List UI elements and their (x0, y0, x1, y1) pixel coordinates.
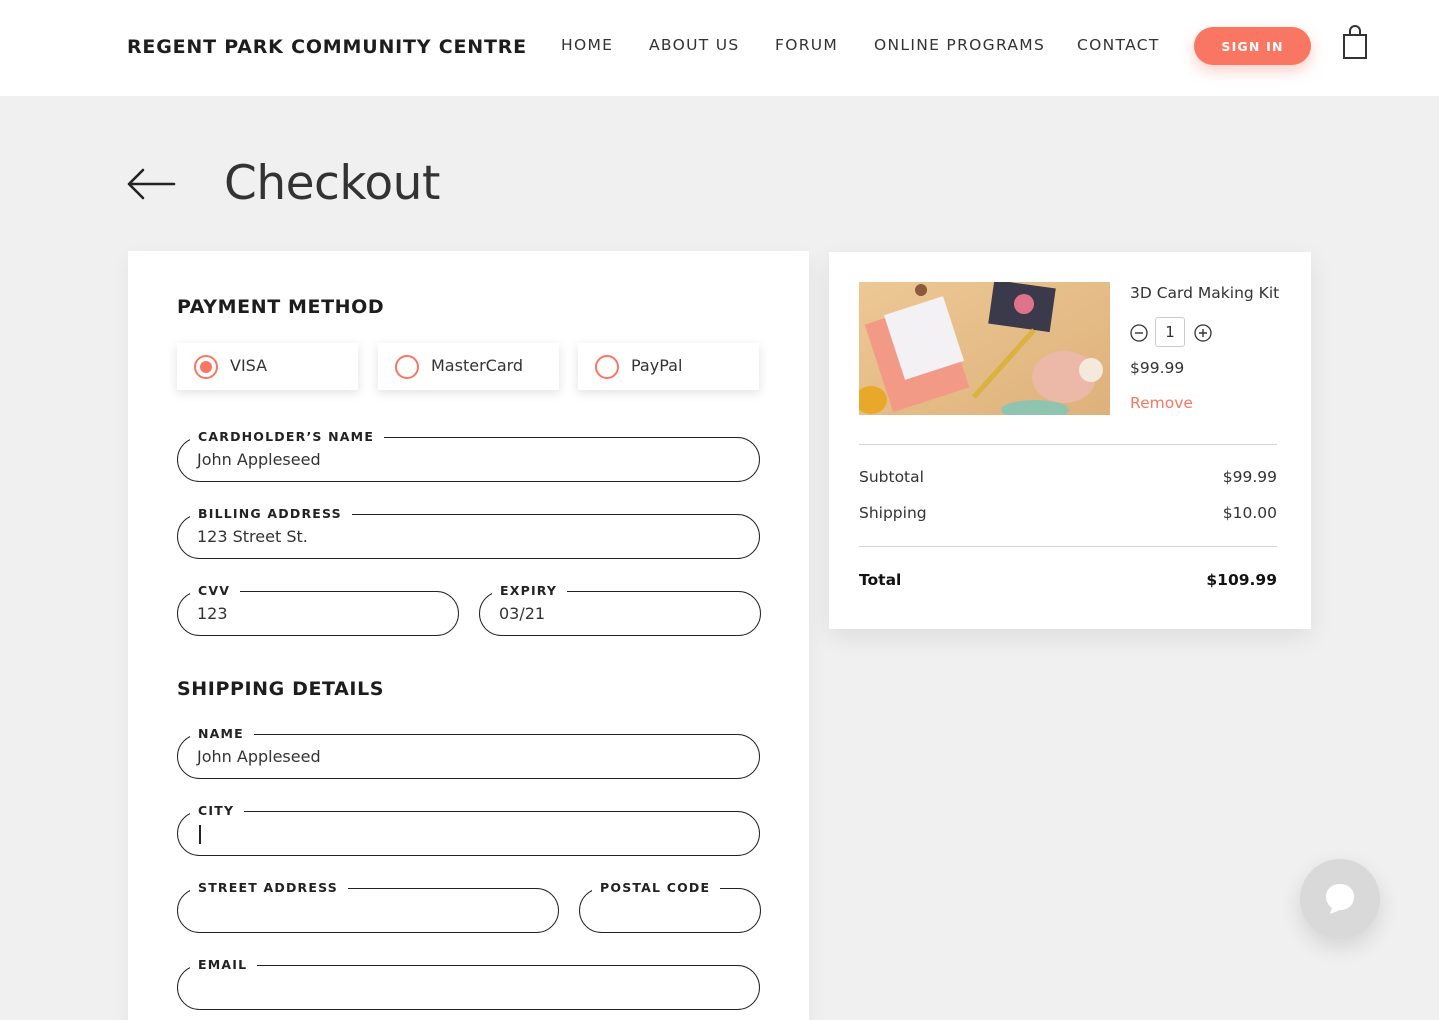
payment-method-title: PAYMENT METHOD (177, 296, 385, 318)
chat-button[interactable] (1300, 859, 1380, 939)
shopping-bag-icon[interactable] (1340, 24, 1370, 60)
plus-circle-icon[interactable] (1194, 324, 1212, 342)
field-value: John Appleseed (197, 747, 321, 766)
nav-online-programs[interactable]: ONLINE PROGRAMS (874, 36, 1045, 54)
total-label: Total (859, 571, 902, 589)
cardholder-name-field[interactable]: CARDHOLDER’S NAME John Appleseed (177, 428, 760, 482)
field-label: NAME (190, 725, 254, 743)
city-field[interactable]: CITY (177, 802, 760, 856)
order-summary-card: 3D Card Making Kit 1 $99.99 Remove Subto… (829, 252, 1311, 629)
text-cursor (199, 825, 201, 844)
site-brand[interactable]: REGENT PARK COMMUNITY CENTRE (127, 36, 527, 58)
nav-about-us[interactable]: ABOUT US (649, 36, 740, 54)
remove-item-link[interactable]: Remove (1130, 394, 1193, 412)
nav-forum[interactable]: FORUM (775, 36, 838, 54)
field-label: CITY (190, 802, 245, 820)
postal-code-field[interactable]: POSTAL CODE (579, 879, 761, 933)
field-value: 123 (197, 604, 228, 623)
radio-selected-icon[interactable] (194, 355, 218, 379)
nav-home[interactable]: HOME (561, 36, 613, 54)
expiry-field[interactable]: EXPIRY 03/21 (479, 582, 761, 636)
subtotal-label: Subtotal (859, 468, 924, 486)
field-value: 03/21 (499, 604, 546, 623)
subtotal-value: $99.99 (1222, 468, 1277, 486)
field-label: EMAIL (190, 956, 258, 974)
field-value: John Appleseed (197, 450, 321, 469)
total-value: $109.99 (1206, 571, 1277, 589)
street-address-field[interactable]: STREET ADDRESS (177, 879, 559, 933)
shipping-label: Shipping (859, 504, 927, 522)
payment-option-label: MasterCard (431, 356, 524, 375)
field-label: BILLING ADDRESS (190, 505, 352, 523)
field-label: STREET ADDRESS (190, 879, 348, 897)
product-price: $99.99 (1130, 359, 1185, 377)
payment-option-mastercard[interactable]: MasterCard (378, 343, 559, 390)
email-field[interactable]: EMAIL (177, 956, 760, 1010)
page-title: Checkout (224, 156, 440, 211)
radio-unselected-icon[interactable] (595, 355, 619, 379)
sign-in-button[interactable]: SIGN IN (1194, 27, 1311, 65)
summary-divider (859, 546, 1277, 547)
payment-option-paypal[interactable]: PayPal (578, 343, 759, 390)
cvv-field[interactable]: CVV 123 (177, 582, 459, 636)
quantity-input[interactable]: 1 (1155, 317, 1185, 347)
field-label: CVV (190, 582, 241, 600)
shipping-name-field[interactable]: NAME John Appleseed (177, 725, 760, 779)
billing-address-field[interactable]: BILLING ADDRESS 123 Street St. (177, 505, 760, 559)
checkout-form-card: PAYMENT METHOD VISA MasterCard PayPal CA… (128, 251, 809, 1020)
field-value: 123 Street St. (197, 527, 308, 546)
summary-divider (859, 444, 1277, 445)
top-header: REGENT PARK COMMUNITY CENTRE HOME ABOUT … (0, 0, 1439, 96)
product-name: 3D Card Making Kit (1130, 284, 1280, 302)
product-image (859, 282, 1110, 415)
arrow-left-icon[interactable] (126, 167, 176, 201)
radio-unselected-icon[interactable] (395, 355, 419, 379)
shipping-details-title: SHIPPING DETAILS (177, 678, 385, 700)
payment-option-visa[interactable]: VISA (177, 343, 358, 390)
field-label: EXPIRY (492, 582, 568, 600)
field-label: CARDHOLDER’S NAME (190, 428, 385, 446)
nav-contact[interactable]: CONTACT (1077, 36, 1160, 54)
chat-bubble-icon (1326, 884, 1354, 914)
payment-option-label: VISA (230, 356, 268, 375)
minus-circle-icon[interactable] (1130, 324, 1148, 342)
shipping-value: $10.00 (1222, 504, 1277, 522)
field-label: POSTAL CODE (592, 879, 721, 897)
payment-option-label: PayPal (631, 356, 683, 375)
